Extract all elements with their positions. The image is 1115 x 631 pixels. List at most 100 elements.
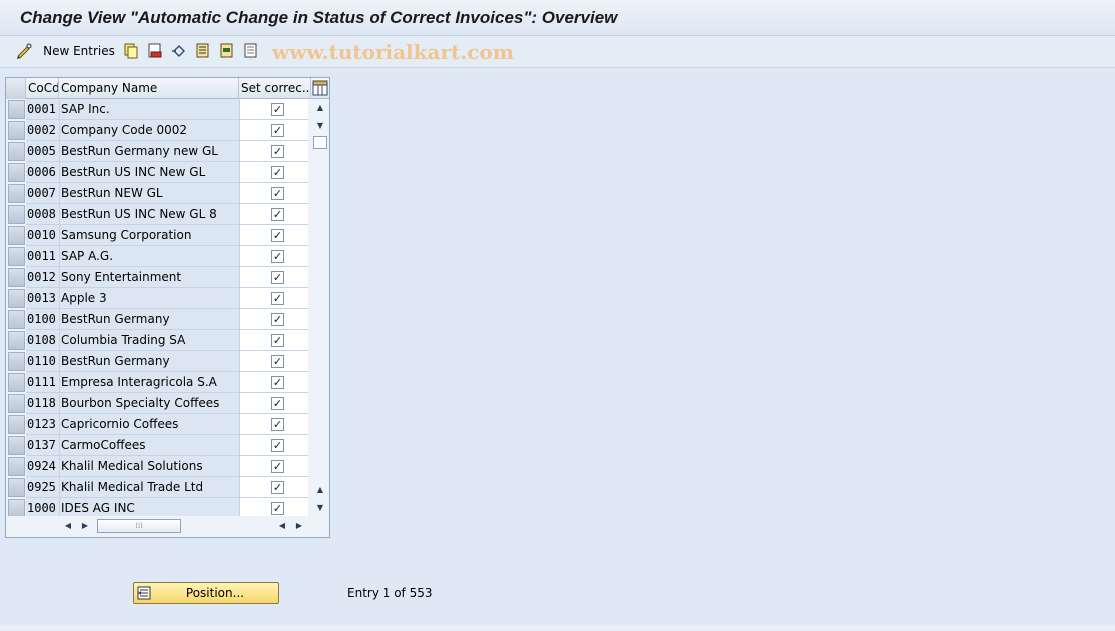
row-selector[interactable] [8,415,25,434]
scroll-page-down-icon[interactable]: ▼ [314,502,326,514]
set-correct-checkbox[interactable]: ✓ [271,124,284,137]
cell-company-code: 0002 [26,120,59,141]
cell-company-code: 0011 [26,246,59,267]
position-button[interactable]: Position... [133,582,279,604]
deselect-all-button[interactable] [242,42,260,60]
cell-company-code: 0006 [26,162,59,183]
table-row: 0010 Samsung Corporation ✓ [6,225,311,246]
table-row: 0012 Sony Entertainment ✓ [6,267,311,288]
row-selector[interactable] [8,226,25,245]
table-row: 0924 Khalil Medical Solutions ✓ [6,456,311,477]
set-correct-checkbox[interactable]: ✓ [271,313,284,326]
cell-set-correct: ✓ [239,183,308,204]
scroll-right-icon[interactable]: ▶ [79,520,91,532]
row-selector[interactable] [8,352,25,371]
set-correct-checkbox[interactable]: ✓ [271,418,284,431]
select-block-button[interactable] [218,42,236,60]
set-correct-checkbox[interactable]: ✓ [271,187,284,200]
set-correct-checkbox[interactable]: ✓ [271,250,284,263]
cell-company-code: 0005 [26,141,59,162]
row-selector[interactable] [8,394,25,413]
delete-button[interactable] [146,42,164,60]
set-correct-checkbox[interactable]: ✓ [271,208,284,221]
table-settings-button[interactable] [312,80,328,96]
set-correct-checkbox[interactable]: ✓ [271,397,284,410]
table-row: 0108 Columbia Trading SA ✓ [6,330,311,351]
row-selector[interactable] [8,184,25,203]
row-selector[interactable] [8,163,25,182]
set-correct-checkbox[interactable]: ✓ [271,103,284,116]
set-correct-checkbox[interactable]: ✓ [271,355,284,368]
table-row: 0123 Capricornio Coffees ✓ [6,414,311,435]
cell-company-name: BestRun Germany [59,351,239,372]
display-change-button[interactable] [14,42,36,60]
table-row: 0005 BestRun Germany new GL ✓ [6,141,311,162]
row-selector[interactable] [8,310,25,329]
scroll-thumb[interactable] [313,136,327,149]
delete-icon [148,43,162,58]
row-selector[interactable] [8,436,25,455]
set-correct-checkbox[interactable]: ✓ [271,376,284,389]
row-selector[interactable] [8,457,25,476]
row-selector[interactable] [8,205,25,224]
cell-set-correct: ✓ [239,246,308,267]
row-selector[interactable] [8,247,25,266]
vertical-scrollbar[interactable]: ▲ ▼ ▲ ▼ [311,99,329,516]
row-selector[interactable] [8,478,25,497]
column-header-cocd[interactable]: CoCd [26,78,59,99]
set-correct-checkbox[interactable]: ✓ [271,292,284,305]
set-correct-checkbox[interactable]: ✓ [271,334,284,347]
row-selector[interactable] [8,121,25,140]
copy-button[interactable] [122,42,140,60]
cell-set-correct: ✓ [239,141,308,162]
row-selector[interactable] [8,268,25,287]
cell-company-name: Bourbon Specialty Coffees [59,393,239,414]
select-all-rows-header[interactable] [6,78,26,99]
table-row: 0001 SAP Inc. ✓ [6,99,311,120]
row-selector[interactable] [8,373,25,392]
cell-set-correct: ✓ [239,120,308,141]
set-correct-checkbox[interactable]: ✓ [271,166,284,179]
set-correct-checkbox[interactable]: ✓ [271,502,284,515]
row-selector[interactable] [8,289,25,308]
title-bar: Change View "Automatic Change in Status … [0,0,1115,36]
cell-set-correct: ✓ [239,414,308,435]
new-entries-label: New Entries [43,44,115,58]
table-row: 0137 CarmoCoffees ✓ [6,435,311,456]
scroll-left-end-icon[interactable]: ◀ [276,520,288,532]
select-all-button[interactable] [194,42,212,60]
column-header-set-correct[interactable]: Set correc... [239,78,311,99]
cell-company-name: BestRun US INC New GL [59,162,239,183]
cell-set-correct: ✓ [239,267,308,288]
new-entries-button[interactable]: New Entries [42,42,116,60]
cell-set-correct: ✓ [239,456,308,477]
row-selector[interactable] [8,331,25,350]
set-correct-checkbox[interactable]: ✓ [271,439,284,452]
set-correct-checkbox[interactable]: ✓ [271,145,284,158]
table-row: 0118 Bourbon Specialty Coffees ✓ [6,393,311,414]
set-correct-checkbox[interactable]: ✓ [271,481,284,494]
cell-company-name: Sony Entertainment [59,267,239,288]
cell-set-correct: ✓ [239,288,308,309]
cell-company-code: 0001 [26,99,59,120]
h-scroll-thumb[interactable]: ⁞⁞⁞ [97,519,181,533]
set-correct-checkbox[interactable]: ✓ [271,229,284,242]
cell-set-correct: ✓ [239,351,308,372]
column-header-company-name[interactable]: Company Name [59,78,239,99]
scroll-down-icon[interactable]: ▼ [314,120,326,132]
scroll-left-icon[interactable]: ◀ [62,520,74,532]
cell-company-code: 0007 [26,183,59,204]
table-row: 0011 SAP A.G. ✓ [6,246,311,267]
cell-set-correct: ✓ [239,330,308,351]
scroll-up-icon[interactable]: ▲ [314,102,326,114]
undo-button[interactable] [170,42,188,60]
horizontal-scrollbar[interactable]: ◀ ▶ ⁞⁞⁞ ◀ ▶ [6,516,329,536]
set-correct-checkbox[interactable]: ✓ [271,271,284,284]
row-selector[interactable] [8,142,25,161]
row-selector[interactable] [8,100,25,119]
position-button-label: Position... [185,586,245,600]
cell-set-correct: ✓ [239,372,308,393]
scroll-page-up-icon[interactable]: ▲ [314,484,326,496]
scroll-right-end-icon[interactable]: ▶ [293,520,305,532]
set-correct-checkbox[interactable]: ✓ [271,460,284,473]
